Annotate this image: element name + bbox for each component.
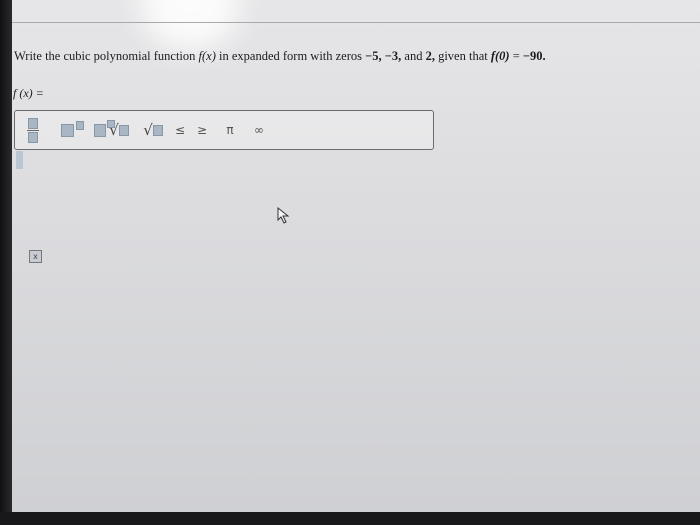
zeros-list: −5, −3, (365, 49, 402, 63)
mixed-number-button[interactable] (60, 120, 84, 140)
nth-root-icon: √ (143, 121, 153, 139)
square-root-icon: √ (109, 121, 119, 139)
clear-button[interactable]: x (29, 250, 42, 263)
placeholder-box-icon (118, 124, 129, 136)
clear-icon: x (33, 252, 38, 261)
mouse-pointer-icon (277, 207, 290, 224)
answer-label: f (x) = (13, 86, 44, 100)
screen: Write the cubic polynomial function f(x)… (0, 0, 700, 512)
placeholder-box-icon (93, 123, 106, 137)
placeholder-box-icon (28, 131, 38, 143)
condition-value: −90. (522, 49, 546, 63)
left-bezel (0, 0, 12, 525)
condition-notation: f(0) (490, 49, 510, 63)
answer-input[interactable]: √ √ ≤ ≥ π ∞ (14, 110, 434, 150)
placeholder-box-icon (75, 120, 84, 130)
square-root-button[interactable]: √ (107, 120, 131, 140)
function-notation: f(x) (198, 49, 216, 63)
nth-root-button[interactable]: √ (141, 120, 165, 140)
pi-icon: π (226, 123, 234, 137)
fraction-button[interactable] (25, 117, 41, 143)
infinity-button[interactable]: ∞ (251, 120, 267, 140)
placeholder-box-icon (152, 124, 163, 136)
greater-equal-icon: ≥ (196, 123, 208, 137)
last-zero: 2, (425, 49, 435, 63)
bottom-bezel (0, 512, 700, 525)
less-equal-button[interactable]: ≤ (173, 120, 187, 140)
text-cursor-block (16, 151, 23, 169)
top-divider (12, 22, 700, 23)
infinity-icon: ∞ (254, 123, 264, 137)
placeholder-box-icon (28, 117, 38, 129)
pi-button[interactable]: π (223, 120, 237, 140)
less-equal-icon: ≤ (174, 123, 186, 137)
greater-equal-button[interactable]: ≥ (195, 120, 209, 140)
placeholder-box-icon (60, 123, 74, 137)
question-text: Write the cubic polynomial function f(x)… (14, 49, 546, 63)
